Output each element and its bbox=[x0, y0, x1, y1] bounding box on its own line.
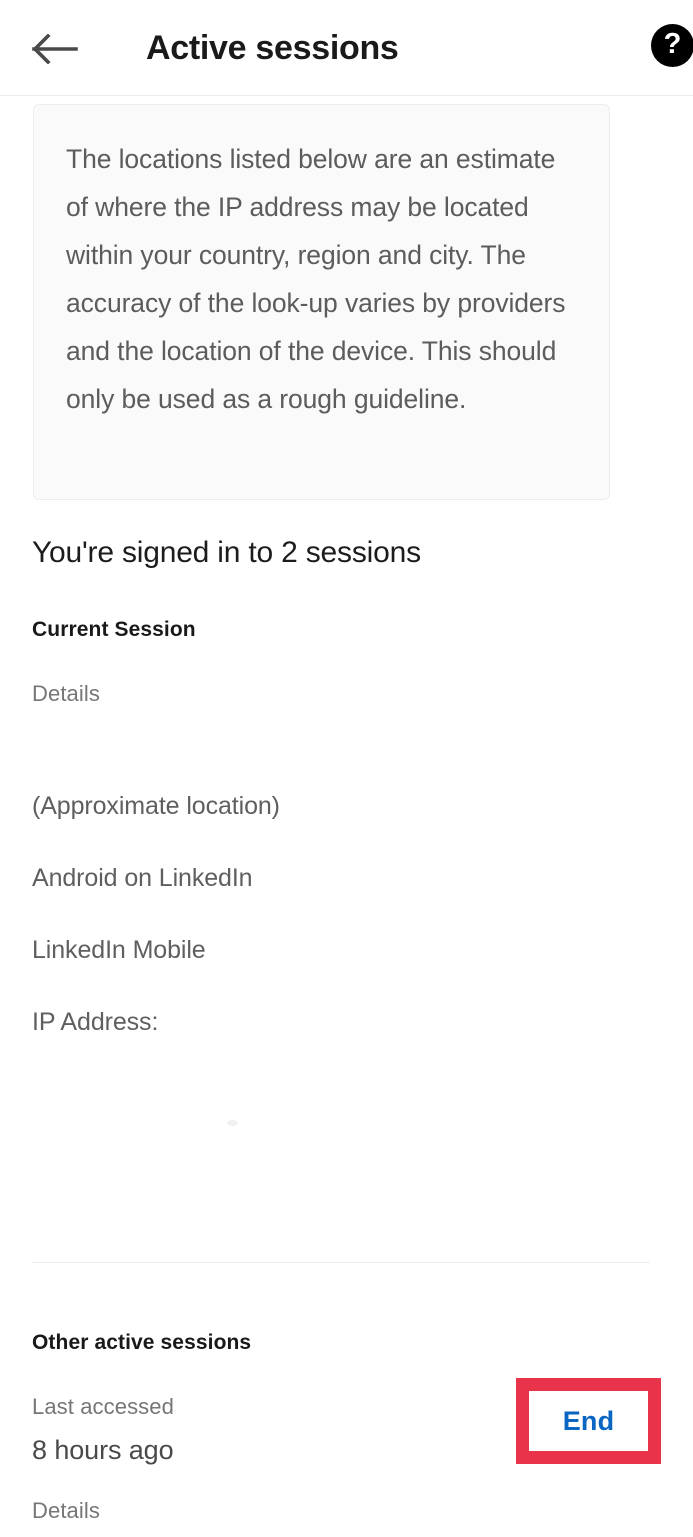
page-title: Active sessions bbox=[146, 29, 399, 67]
help-button[interactable]: ? bbox=[650, 23, 693, 68]
current-session-ip-address: IP Address: bbox=[32, 1008, 159, 1036]
current-session-location: (Approximate location) bbox=[32, 792, 280, 820]
help-circle-icon: ? bbox=[651, 24, 693, 67]
app-header: Active sessions ? bbox=[0, 0, 693, 96]
current-session-platform: Android on LinkedIn bbox=[32, 864, 253, 892]
other-active-sessions-label: Other active sessions bbox=[32, 1331, 252, 1354]
back-button[interactable] bbox=[26, 22, 84, 76]
last-accessed-label: Last accessed bbox=[32, 1394, 174, 1419]
signed-in-sessions-heading: You're signed in to 2 sessions bbox=[32, 536, 421, 569]
other-session-details-link[interactable]: Details bbox=[32, 1498, 100, 1524]
loading-indicator bbox=[227, 1120, 238, 1126]
current-session-details-link[interactable]: Details bbox=[32, 681, 100, 707]
current-session-app: LinkedIn Mobile bbox=[32, 936, 206, 964]
current-session-label: Current Session bbox=[32, 618, 196, 641]
help-glyph: ? bbox=[663, 28, 682, 60]
location-disclaimer-text: The locations listed below are an estima… bbox=[66, 144, 566, 414]
arrow-left-icon bbox=[32, 34, 78, 64]
active-sessions-screen: Active sessions ? The locations listed b… bbox=[0, 0, 693, 1537]
end-session-button[interactable]: End bbox=[516, 1378, 661, 1464]
location-disclaimer-card: The locations listed below are an estima… bbox=[33, 104, 610, 500]
end-session-button-label: End bbox=[562, 1405, 615, 1436]
last-accessed-value: 8 hours ago bbox=[32, 1435, 174, 1465]
section-divider bbox=[32, 1262, 650, 1263]
